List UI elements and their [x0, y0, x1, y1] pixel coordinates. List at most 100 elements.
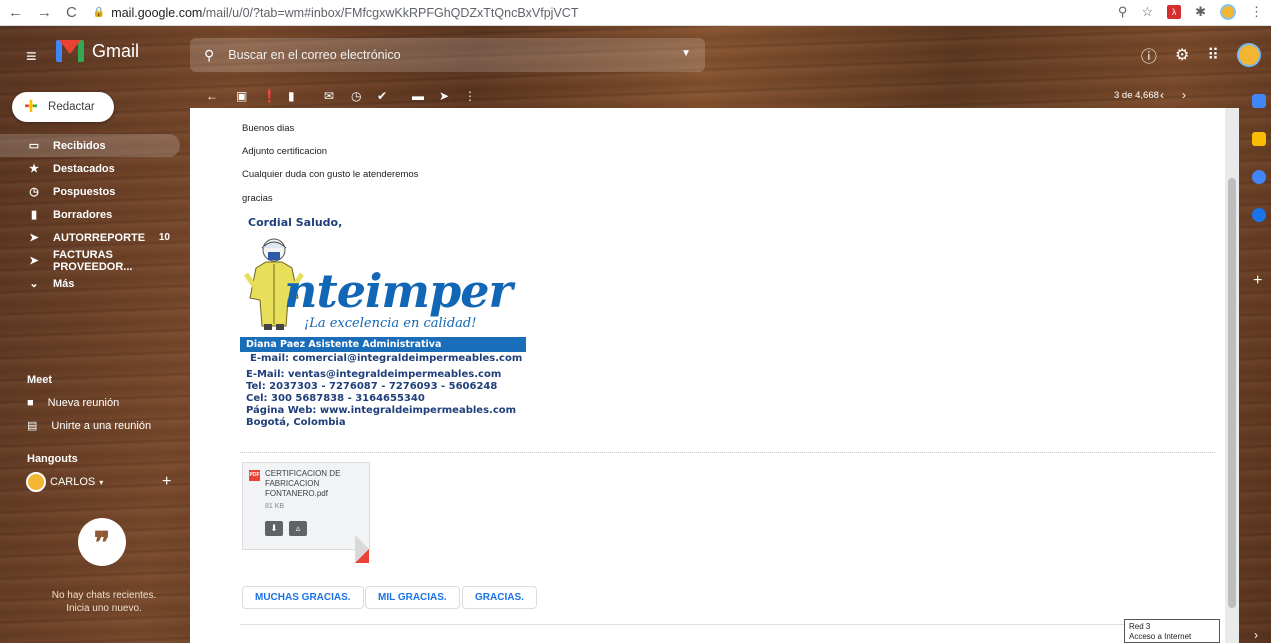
settings-gear-icon[interactable]: ⚙	[1175, 45, 1189, 65]
apps-grid-icon[interactable]: ⠿	[1207, 45, 1219, 65]
attachment-size: 81 KB	[265, 503, 285, 510]
expand-panel-chevron-icon[interactable]: ›	[1254, 628, 1258, 642]
hangouts-user-status[interactable]: CARLOS ▾	[26, 472, 103, 492]
zoom-icon[interactable]: ⚲	[1118, 4, 1128, 20]
gmail-header: ≡ Gmail ⚲ Buscar en el correo electrónic…	[0, 26, 1271, 86]
inbox-icon: ▭	[28, 140, 40, 152]
sidebar-item-mas[interactable]: ⌄ Más	[0, 272, 180, 295]
sidebar-item-autorreporte[interactable]: ➤ AUTORREPORTE 10	[0, 226, 180, 249]
smart-reply-button[interactable]: GRACIAS.	[462, 586, 537, 609]
sidebar-item-label: AUTORREPORTE	[53, 231, 146, 244]
sidebar-item-borradores[interactable]: ▮ Borradores	[0, 203, 180, 226]
pager-nav: ‹›	[1160, 88, 1204, 102]
message-line: Adjunto certificacion	[242, 146, 328, 157]
browser-menu-icon[interactable]: ⋮	[1250, 4, 1263, 20]
sidebar-item-pospuestos[interactable]: ◷ Pospuestos	[0, 180, 180, 203]
bookmark-star-icon[interactable]: ☆	[1141, 4, 1153, 20]
search-placeholder: Buscar en el correo electrónico	[228, 48, 401, 62]
report-spam-icon[interactable]: ❗	[262, 89, 277, 103]
profile-icon[interactable]	[1220, 4, 1236, 20]
hangouts-avatar	[26, 472, 46, 492]
browser-toolbar: ← → C 🔒 mail.google.com/mail/u/0/?tab=wm…	[0, 0, 1271, 26]
message-scrollbar[interactable]	[1225, 108, 1239, 643]
plus-icon: +	[24, 93, 39, 120]
smart-reply-button[interactable]: MIL GRACIAS.	[365, 586, 460, 609]
back-arrow-icon[interactable]: ←	[206, 89, 218, 103]
download-icon[interactable]: ⬇	[265, 521, 283, 536]
add-addon-plus-icon[interactable]: +	[1253, 272, 1262, 290]
no-chats-message: No hay chats recientes. Inicia uno nuevo…	[34, 589, 174, 615]
search-options-caret-icon[interactable]: ▼	[681, 48, 691, 59]
sidebar-item-label: Más	[53, 277, 75, 290]
signature-tagline: ¡La excelencia en calidad!	[304, 316, 477, 331]
forward-arrow-icon[interactable]: →	[37, 4, 52, 21]
extensions-puzzle-icon[interactable]: ✱	[1195, 4, 1206, 20]
add-to-tasks-icon[interactable]: ✔	[377, 89, 387, 103]
new-chat-plus-icon[interactable]: +	[162, 473, 171, 491]
sidebar-item-label: FACTURAS PROVEEDOR...	[53, 248, 133, 273]
label-icon: ➤	[29, 255, 39, 267]
label-icon: ➤	[29, 232, 39, 244]
gmail-logo[interactable]: Gmail	[56, 40, 139, 62]
tasks-icon[interactable]	[1252, 170, 1266, 184]
message-line: gracias	[242, 193, 273, 204]
pdf-file-icon: PDF	[249, 470, 260, 481]
sidebar-item-facturas-proveedor[interactable]: ➤ FACTURAS PROVEEDOR...	[0, 248, 180, 273]
compose-button[interactable]: + Redactar	[12, 92, 114, 122]
pdf-extension-icon[interactable]: λ	[1167, 5, 1182, 19]
star-icon: ★	[29, 163, 39, 175]
snooze-clock-icon[interactable]: ◷	[351, 89, 361, 103]
search-icon[interactable]: ⚲	[204, 47, 214, 64]
previous-message-icon[interactable]: ‹	[1160, 88, 1182, 102]
sidebar-item-destacados[interactable]: ★ Destacados	[0, 157, 180, 180]
url-path: /mail/u/0/?tab=wm#inbox/FMfcgxwKkRPFGhQD…	[202, 5, 579, 20]
side-apps-rail: + ›	[1246, 86, 1271, 643]
mark-unread-icon[interactable]: ✉	[324, 89, 334, 103]
reload-icon[interactable]: C	[66, 4, 77, 21]
reply-area-divider	[240, 624, 1215, 625]
start-chat-link[interactable]: Inicia uno nuevo.	[34, 602, 174, 615]
pagination-count: 3 de 4,668	[1114, 90, 1159, 101]
archive-icon[interactable]: ▣	[236, 89, 247, 103]
keep-icon[interactable]	[1252, 132, 1266, 146]
help-icon[interactable]: ⓘ	[1141, 43, 1157, 67]
clock-icon: ◷	[29, 186, 39, 198]
address-bar[interactable]: 🔒 mail.google.com/mail/u/0/?tab=wm#inbox…	[93, 6, 579, 20]
app-name: Gmail	[92, 40, 140, 61]
account-avatar[interactable]	[1237, 43, 1261, 67]
new-meeting-link[interactable]: ■ Nueva reunión	[27, 397, 119, 409]
labels-icon[interactable]: ➤	[439, 89, 449, 103]
join-meeting-link[interactable]: ▤ Unirte a una reunión	[27, 419, 152, 433]
calendar-icon[interactable]	[1252, 94, 1266, 108]
no-chats-line: No hay chats recientes.	[51, 590, 157, 601]
save-to-drive-icon[interactable]: ▵	[289, 521, 307, 536]
search-input[interactable]: ⚲ Buscar en el correo electrónico ▼	[190, 38, 705, 72]
compose-label: Redactar	[48, 101, 95, 113]
signature-contact-line: E-Mail: ventas@integraldeimpermeables.co…	[246, 369, 502, 380]
keyboard-icon: ▤	[27, 420, 38, 432]
unread-count: 10	[158, 232, 170, 243]
signature-contact-line: E-mail: comercial@integraldeimpermeables…	[250, 353, 523, 364]
back-arrow-icon[interactable]: ←	[8, 4, 23, 21]
smart-reply-button[interactable]: MUCHAS GRACIAS.	[242, 586, 364, 609]
delete-trash-icon[interactable]: ▮	[288, 89, 295, 103]
move-to-folder-icon[interactable]: ▬	[412, 89, 424, 103]
scrollbar-thumb[interactable]	[1228, 178, 1236, 608]
more-options-icon[interactable]: ⋮	[464, 89, 476, 103]
main-menu-icon[interactable]: ≡	[26, 46, 37, 67]
join-meeting-label: Unirte a una reunión	[51, 419, 152, 432]
signature-greeting: Cordial Saludo,	[248, 216, 343, 229]
sidebar-item-recibidos[interactable]: ▭ Recibidos	[0, 134, 180, 157]
attachment-card[interactable]: PDF CERTIFICACION DE FABRICACION FONTANE…	[242, 462, 370, 563]
new-meeting-label: Nueva reunión	[47, 397, 120, 409]
signature-brand-name: nteimper	[284, 264, 513, 318]
hangouts-title: Hangouts	[27, 453, 78, 465]
signature-name-bar: Diana Paez Asistente Administrativa	[240, 337, 526, 352]
chevron-down-icon: ⌄	[29, 278, 39, 290]
signature-contact-line: Tel: 2037303 - 7276087 - 7276093 - 56062…	[246, 381, 498, 392]
attachment-corner-fold	[355, 535, 369, 563]
next-message-icon[interactable]: ›	[1182, 88, 1204, 102]
contacts-icon[interactable]	[1252, 208, 1266, 222]
message-line: Buenos dias	[242, 123, 295, 134]
message-panel: Buenos dias Adjunto certificacion Cualqu…	[190, 108, 1225, 643]
